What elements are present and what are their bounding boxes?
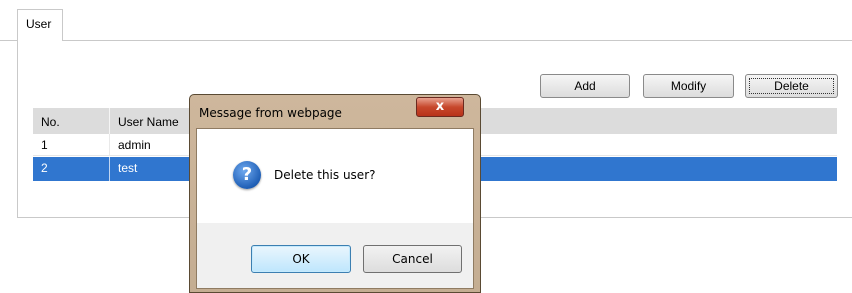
tab-strip-border bbox=[0, 40, 17, 41]
modify-button[interactable]: Modify bbox=[643, 74, 734, 98]
cell-no: 2 bbox=[41, 161, 48, 175]
confirm-dialog: Message from webpage x ? Delete this use… bbox=[189, 94, 481, 293]
cancel-button[interactable]: Cancel bbox=[363, 245, 462, 273]
header-no: No. bbox=[41, 115, 60, 129]
question-icon: ? bbox=[233, 161, 261, 189]
close-button[interactable]: x bbox=[416, 97, 464, 117]
column-divider bbox=[109, 134, 110, 155]
dialog-body: ? Delete this user? OK Cancel bbox=[196, 128, 474, 289]
header-user-name: User Name bbox=[118, 115, 179, 129]
column-divider bbox=[109, 108, 110, 134]
dialog-message: Delete this user? bbox=[274, 168, 376, 182]
dialog-title: Message from webpage bbox=[199, 106, 342, 120]
delete-button-label: Delete bbox=[749, 78, 834, 94]
ok-button[interactable]: OK bbox=[251, 245, 351, 273]
cell-user-name: test bbox=[118, 161, 138, 175]
tab-user-label: User bbox=[26, 17, 52, 31]
cell-user-name: admin bbox=[118, 138, 151, 152]
cell-no: 1 bbox=[41, 138, 48, 152]
add-button[interactable]: Add bbox=[540, 74, 630, 98]
tab-user[interactable]: User bbox=[17, 9, 63, 41]
column-divider bbox=[109, 157, 110, 181]
delete-button[interactable]: Delete bbox=[745, 74, 838, 98]
close-icon: x bbox=[435, 99, 445, 114]
